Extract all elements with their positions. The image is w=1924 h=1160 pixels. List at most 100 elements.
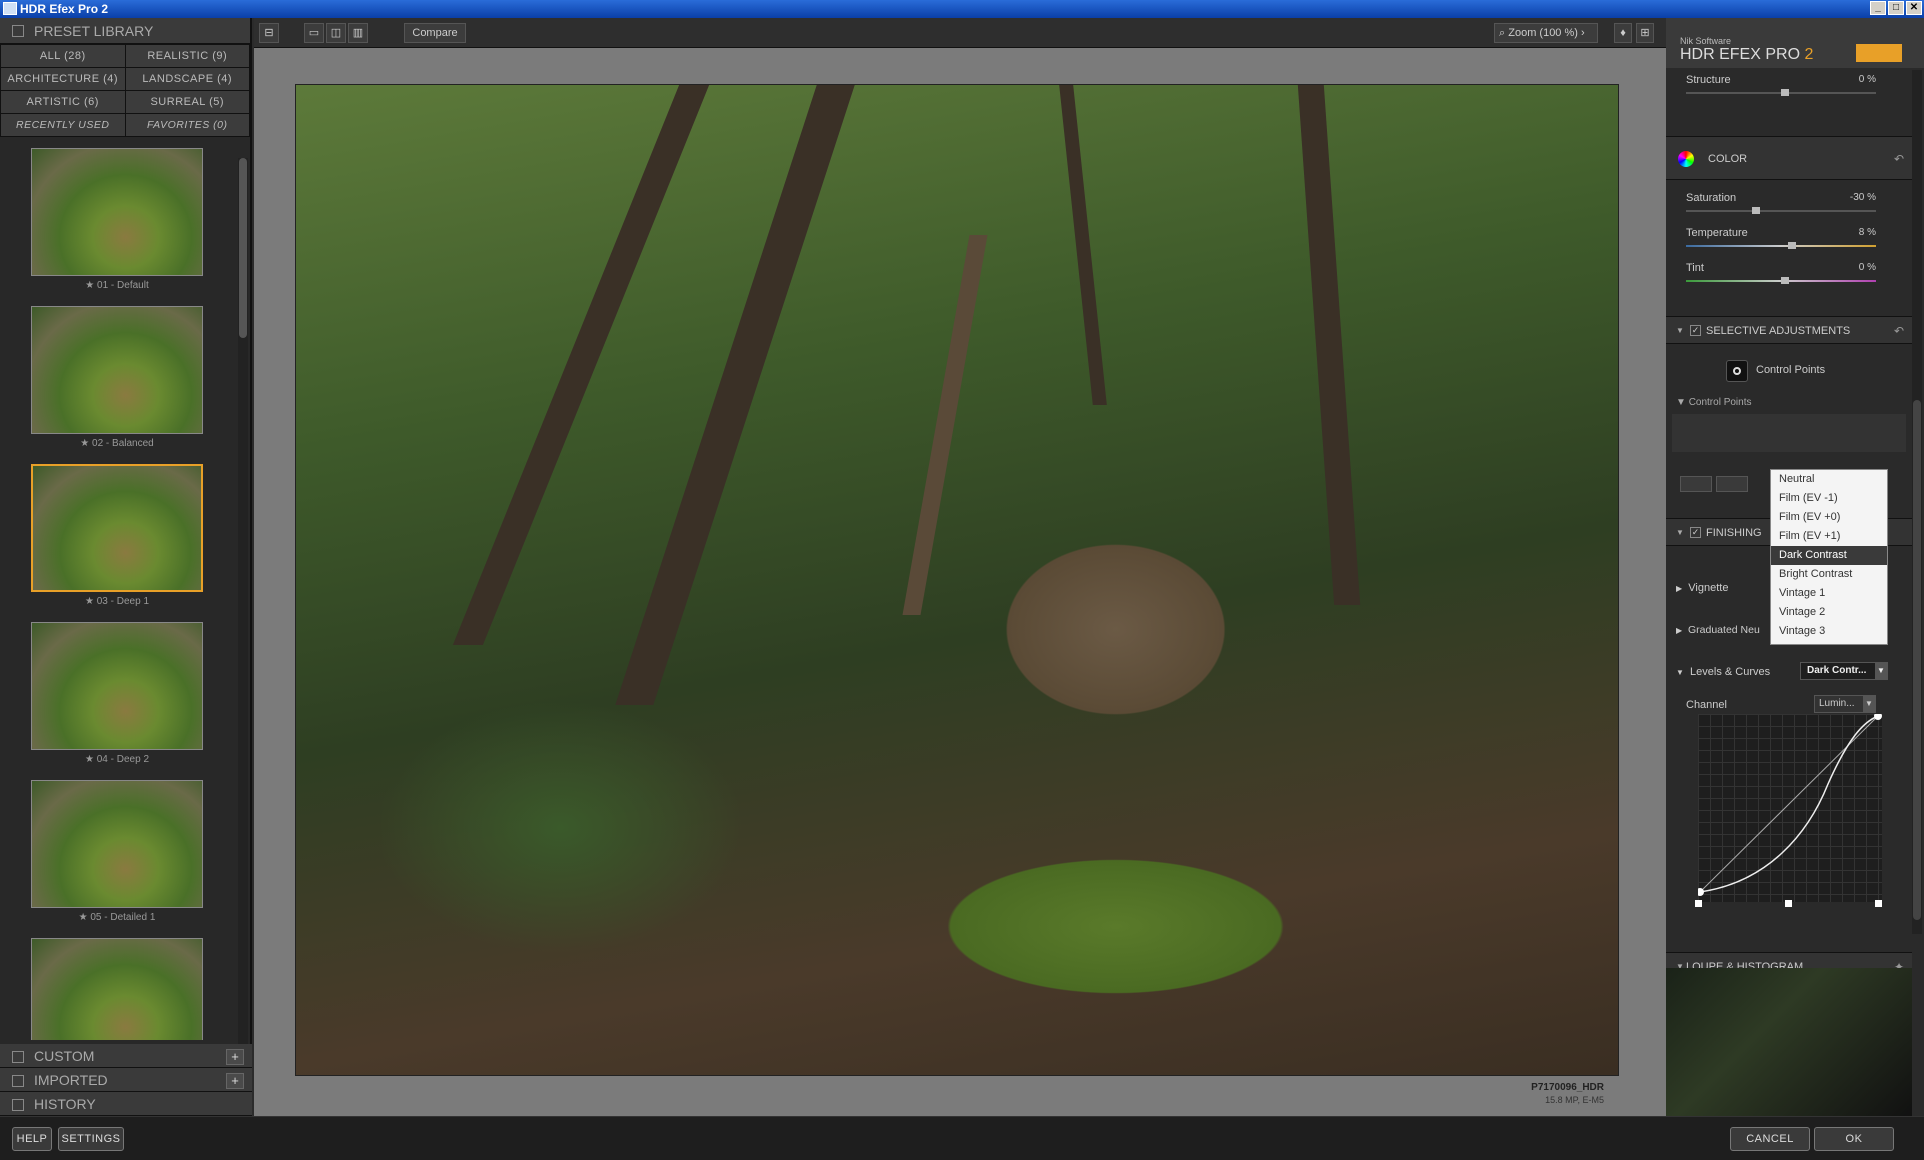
vignette-row[interactable]: ▶ Vignette (1676, 582, 1728, 594)
dropdown-option[interactable]: Vintage 3 (1771, 622, 1887, 641)
black-point-handle[interactable] (1695, 900, 1702, 907)
single-view-button[interactable]: ▭ (304, 23, 324, 43)
filter-architecture[interactable]: ARCHITECTURE (4) (1, 68, 125, 90)
tint-handle[interactable] (1781, 277, 1789, 284)
split-view-button[interactable]: ◫ (326, 23, 346, 43)
midpoint-handle[interactable] (1785, 900, 1792, 907)
selective-adjustments-section[interactable]: ▼ ✓ SELECTIVE ADJUSTMENTS ↶ (1666, 316, 1912, 344)
custom-section[interactable]: CUSTOM + (0, 1044, 252, 1068)
preset-thumbnail[interactable]: ★ 02 - Balanced (31, 306, 203, 464)
brand-header: Nik Software HDR EFEX PRO 2 (1666, 18, 1924, 68)
zoom-control[interactable]: ⌕ Zoom (100 %) › (1494, 23, 1598, 43)
undo-icon[interactable]: ↶ (1894, 137, 1904, 181)
history-icon (12, 1099, 24, 1111)
layout-icon[interactable]: ⊞ (1636, 23, 1654, 43)
close-button[interactable]: ✕ (1906, 1, 1922, 15)
levels-curves-select[interactable]: Dark Contr... ▼ (1800, 662, 1888, 680)
saturation-handle[interactable] (1752, 207, 1760, 214)
dropdown-option[interactable]: Bright Contrast (1771, 565, 1887, 584)
selective-checkbox[interactable]: ✓ (1690, 325, 1701, 336)
levels-curves-dropdown: Neutral Film (EV -1) Film (EV +0) Film (… (1770, 469, 1888, 645)
temperature-slider[interactable]: Temperature 8 % (1686, 227, 1876, 249)
preset-thumbnail[interactable]: ★ 05 - Detailed 1 (31, 780, 203, 938)
compare-button[interactable]: Compare (404, 23, 466, 43)
filter-artistic[interactable]: ARTISTIC (6) (1, 91, 125, 113)
preset-thumbnail[interactable]: ★ 04 - Deep 2 (31, 622, 203, 780)
saturation-slider[interactable]: Saturation -30 % (1686, 192, 1876, 214)
levels-curves-row[interactable]: ▼ Levels & Curves (1676, 666, 1770, 678)
expand-triangle-icon: ▶ (1676, 626, 1683, 635)
filter-recently-used[interactable]: RECENTLY USED (1, 114, 125, 136)
preset-image (31, 780, 203, 908)
preset-thumbnail-selected[interactable]: ★ 03 - Deep 1 (31, 464, 203, 622)
preset-image (31, 464, 203, 592)
control-points-button[interactable]: Control Points (1726, 358, 1856, 384)
preset-image (31, 938, 203, 1040)
move-up-icon[interactable] (1716, 476, 1748, 492)
chevron-down-icon: ▼ (1875, 663, 1887, 679)
curve-graph[interactable] (1696, 712, 1882, 902)
library-icon (12, 25, 24, 37)
brand-vendor: Nik Software (1680, 36, 1732, 46)
dropdown-option[interactable]: Film (EV +0) (1771, 508, 1887, 527)
white-point-handle[interactable] (1875, 900, 1882, 907)
filter-favorites[interactable]: FAVORITES (0) (125, 114, 249, 136)
filter-all[interactable]: ALL (28) (1, 45, 125, 67)
side-by-side-button[interactable]: ▥ (348, 23, 368, 43)
color-section[interactable]: COLOR ↶ (1666, 136, 1912, 180)
preset-image (31, 148, 203, 276)
preset-scrollbar[interactable] (238, 158, 248, 1058)
structure-handle[interactable] (1781, 89, 1789, 96)
chevron-right-icon: › (1581, 27, 1585, 39)
brand-product: HDR EFEX PRO 2 (1680, 46, 1814, 63)
settings-button[interactable]: SETTINGS (58, 1127, 124, 1151)
image-canvas[interactable]: P7170096_HDR 15.8 MP, E-M5 (254, 48, 1666, 1116)
history-section[interactable]: HISTORY (0, 1092, 252, 1116)
filter-realistic[interactable]: REALISTIC (9) (125, 45, 249, 67)
loupe-preview[interactable] (1666, 968, 1912, 1116)
channel-select[interactable]: Lumin... ▼ (1814, 695, 1876, 713)
graduated-neutral-row[interactable]: ▶ Graduated Neu (1676, 624, 1760, 636)
adjustments-scrollbar[interactable] (1912, 70, 1922, 934)
dropdown-option[interactable]: Vintage 1 (1771, 584, 1887, 603)
temperature-handle[interactable] (1788, 242, 1796, 249)
nik-logo-icon (1856, 44, 1902, 62)
filter-landscape[interactable]: LANDSCAPE (4) (125, 68, 249, 90)
toggle-library-button[interactable]: ⊟ (259, 23, 279, 43)
light-bulb-icon[interactable]: ♦ (1614, 23, 1632, 43)
tint-slider[interactable]: Tint 0 % (1686, 262, 1876, 284)
collapse-triangle-icon: ▼ (1676, 528, 1684, 537)
preview-image[interactable] (295, 84, 1619, 1076)
minimize-button[interactable]: _ (1870, 1, 1886, 15)
move-down-icon[interactable] (1680, 476, 1712, 492)
finishing-checkbox[interactable]: ✓ (1690, 527, 1701, 538)
chevron-down-icon: ▼ (1863, 696, 1875, 712)
collapse-triangle-icon: ▼ (1676, 326, 1684, 335)
undo-icon[interactable]: ↶ (1894, 317, 1904, 345)
preset-library-header[interactable]: PRESET LIBRARY (0, 18, 250, 44)
preset-image (31, 622, 203, 750)
cancel-button[interactable]: CANCEL (1730, 1127, 1810, 1151)
preset-thumbnail[interactable] (31, 938, 203, 1040)
control-points-list[interactable] (1672, 414, 1906, 452)
window-title: HDR Efex Pro 2 (20, 2, 109, 16)
dropdown-option[interactable]: Neutral (1771, 470, 1887, 489)
imported-section[interactable]: IMPORTED + (0, 1068, 252, 1092)
add-imported-icon[interactable]: + (226, 1073, 244, 1089)
dropdown-option[interactable]: Film (EV +1) (1771, 527, 1887, 546)
imported-icon (12, 1075, 24, 1087)
dropdown-option-selected[interactable]: Dark Contrast (1771, 546, 1887, 565)
maximize-button[interactable]: □ (1888, 1, 1904, 15)
control-points-subheader[interactable]: ▼ Control Points (1676, 397, 1752, 408)
dropdown-option[interactable]: Film (EV -1) (1771, 489, 1887, 508)
structure-slider[interactable]: Structure 0 % (1686, 74, 1876, 96)
add-custom-icon[interactable]: + (226, 1049, 244, 1065)
collapse-triangle-icon: ▼ (1676, 668, 1684, 677)
preset-thumbnail[interactable]: ★ 01 - Default (31, 148, 203, 306)
image-filename: P7170096_HDR (1531, 1082, 1604, 1093)
dropdown-option[interactable]: Vintage 2 (1771, 603, 1887, 622)
ok-button[interactable]: OK (1814, 1127, 1894, 1151)
filter-surreal[interactable]: SURREAL (5) (125, 91, 249, 113)
curves-editor[interactable] (1696, 712, 1882, 902)
help-button[interactable]: HELP (12, 1127, 52, 1151)
